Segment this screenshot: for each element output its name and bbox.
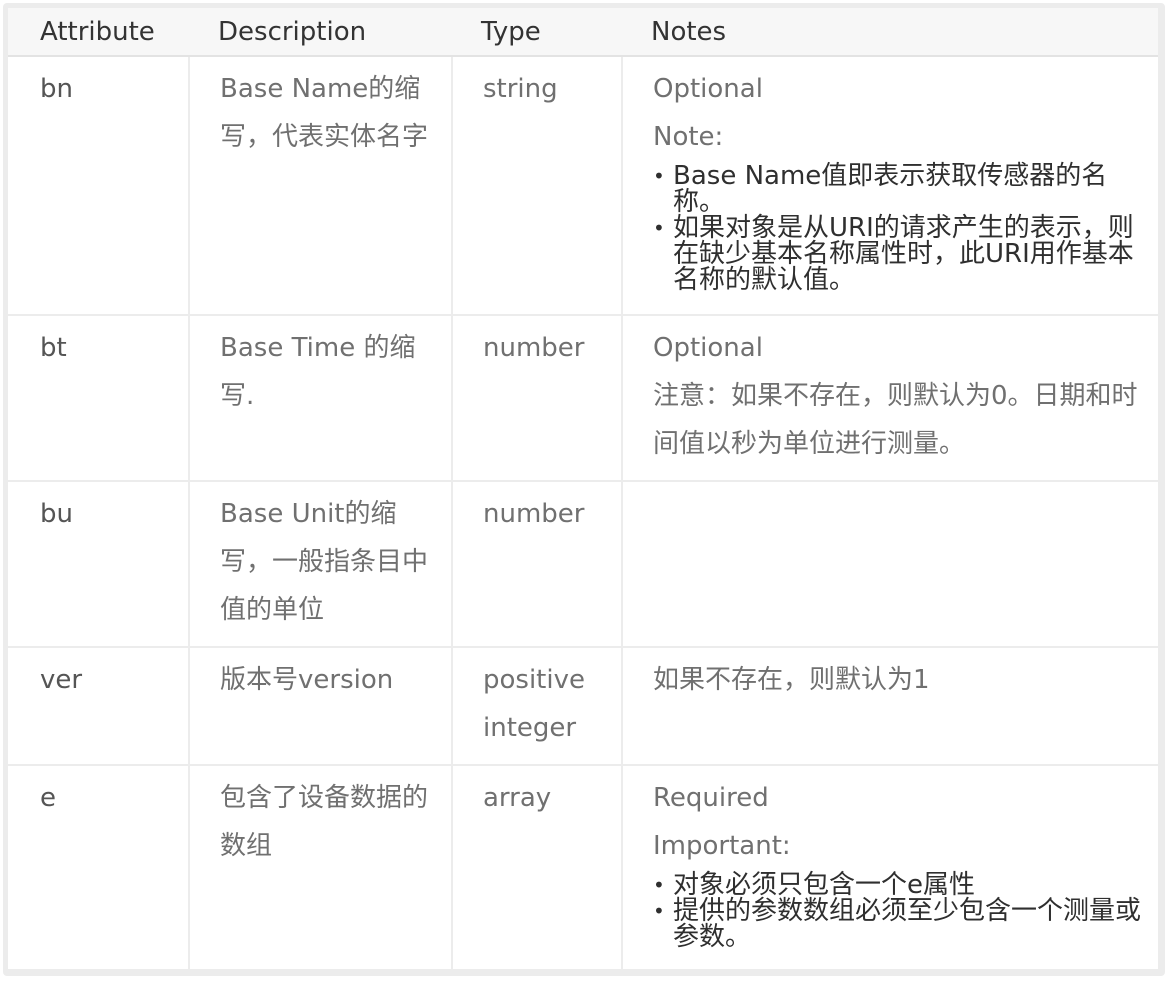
- header-row: Attribute Description Type Notes: [8, 8, 1158, 57]
- bullet-text: 提供的参数数组必须至少包含一个测量或参数。: [673, 896, 1142, 952]
- bullet-text: 如果对象是从URI的请求产生的表示，则在缺少基本名称属性时，此URI用作基本名称…: [673, 213, 1134, 295]
- notes-cell: Optional Note: • Base Name值即表示获取传感器的名称。 •…: [621, 56, 1158, 316]
- type-cell: string: [451, 56, 622, 316]
- description-cell: Base Unit的缩写，一般指条目中值的单位: [188, 481, 452, 648]
- notes-cell: Optional 注意：如果不存在，则默认为0。日期和时间值以秒为单位进行测量。: [621, 315, 1158, 482]
- attribute-cell: e: [40, 783, 56, 813]
- type-cell: number: [451, 481, 622, 648]
- description-cell: 版本号version: [188, 647, 452, 766]
- type-cell: number: [451, 315, 622, 482]
- description-cell: Base Name的缩写，代表实体名字: [188, 56, 452, 316]
- attributes-table: Attribute Description Type Notes bn Base…: [8, 8, 1158, 969]
- notes-text: 如果不存在，则默认为1: [653, 665, 930, 695]
- header-type: Type: [452, 8, 622, 57]
- notes-bullet-list: • 对象必须只包含一个e属性 • 提供的参数数组必须至少包含一个测量或参数。: [653, 872, 1146, 950]
- bullet-icon: •: [653, 899, 665, 923]
- type-cell: positive integer: [451, 647, 622, 766]
- table-row: ver 版本号version positive integer 如果不存在，则默…: [8, 647, 1158, 766]
- notes-text: 注意：如果不存在，则默认为0。日期和时间值以秒为单位进行测量。: [653, 381, 1138, 459]
- notes-label: Note:: [653, 122, 724, 152]
- table-row: bt Base Time 的缩写. number Optional 注意：如果不…: [8, 315, 1158, 482]
- attribute-cell: bn: [8, 56, 189, 316]
- table-row: bn Base Name的缩写，代表实体名字 string Optional N…: [8, 56, 1158, 316]
- bullet-icon: •: [653, 216, 665, 240]
- notes-bullet-list: • Base Name值即表示获取传感器的名称。 • 如果对象是从URI的请求产生的…: [653, 163, 1146, 293]
- attribute-cell: ver: [8, 647, 189, 766]
- notes-label: Important:: [653, 831, 791, 861]
- type-cell: array: [451, 765, 622, 969]
- notes-cell: [621, 481, 1158, 648]
- notes-status: Required: [653, 783, 769, 813]
- bullet-text: Base Name值即表示获取传感器的名称。: [673, 161, 1108, 217]
- notes-status: Optional: [653, 74, 763, 104]
- notes-status: Optional: [653, 333, 763, 363]
- notes-cell: Required Important: • 对象必须只包含一个e属性 • 提供的参数…: [621, 765, 1158, 969]
- header-notes: Notes: [622, 8, 1158, 57]
- bullet-icon: •: [653, 873, 665, 897]
- header-attribute: Attribute: [8, 8, 189, 57]
- list-item: • Base Name值即表示获取传感器的名称。: [653, 161, 1146, 217]
- attribute-cell: bu: [8, 481, 189, 648]
- table-row: bu Base Unit的缩写，一般指条目中值的单位 number: [8, 481, 1158, 648]
- description-cell: Base Time 的缩写.: [188, 315, 452, 482]
- list-item: • 提供的参数数组必须至少包含一个测量或参数。: [653, 896, 1146, 952]
- description-cell: 包含了设备数据的数组: [188, 765, 452, 969]
- bullet-icon: •: [653, 164, 665, 188]
- attribute-cell: bt: [8, 315, 189, 482]
- list-item: • 对象必须只包含一个e属性: [653, 872, 1146, 898]
- notes-cell: 如果不存在，则默认为1: [621, 647, 1158, 766]
- header-description: Description: [189, 8, 452, 57]
- list-item: • 如果对象是从URI的请求产生的表示，则在缺少基本名称属性时，此URI用作基本名…: [653, 213, 1146, 295]
- table-row: e 包含了设备数据的数组 array Required Important: •…: [8, 765, 1158, 969]
